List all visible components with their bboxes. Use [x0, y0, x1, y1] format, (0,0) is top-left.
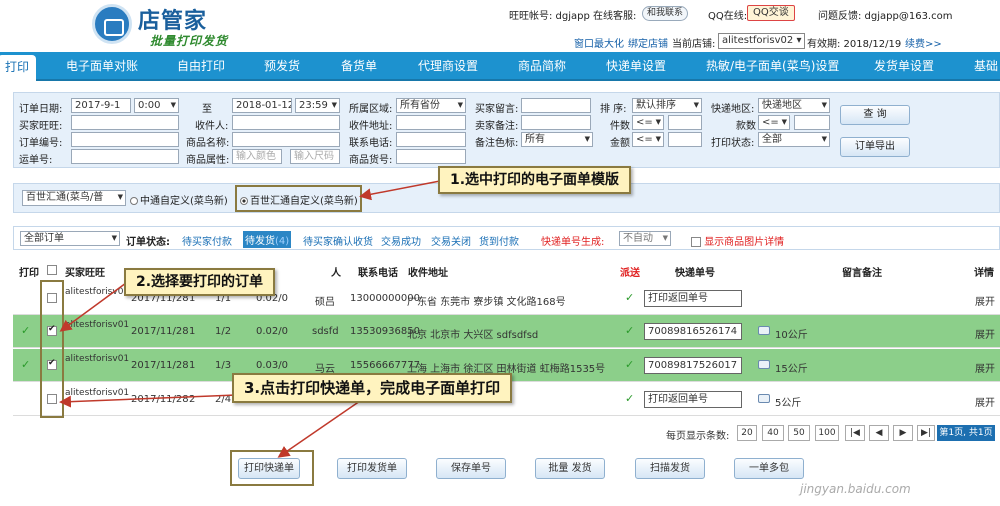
- arrow-step3b: [277, 400, 361, 458]
- arrow-step2: [59, 282, 127, 332]
- callout-step2: 2.选择要打印的订单: [124, 268, 276, 296]
- arrow-step1: [359, 180, 441, 201]
- watermark: jingyan.baidu.com: [800, 482, 911, 496]
- callout-step1: 1.选中打印的电子面单模版: [438, 166, 632, 194]
- callout-arrows: [59, 180, 441, 458]
- callout-step3: 3.点击打印快递单，完成电子面单打印: [232, 373, 513, 403]
